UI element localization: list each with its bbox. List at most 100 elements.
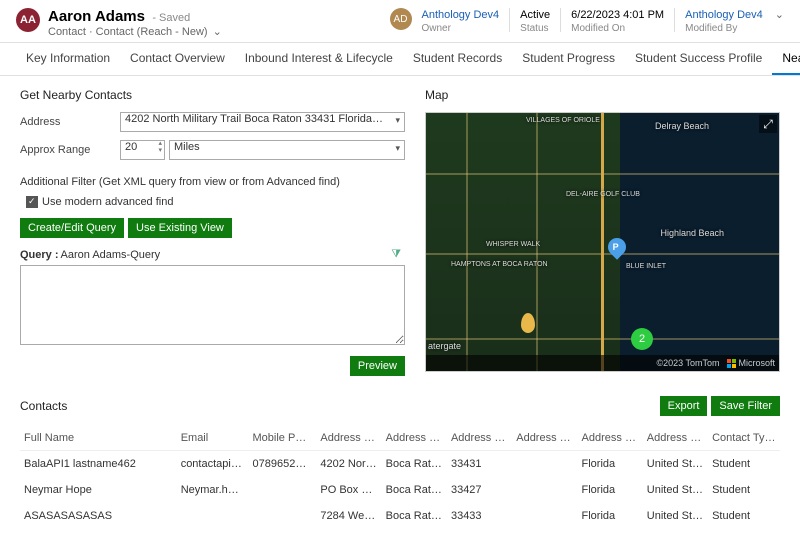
microsoft-logo: Microsoft bbox=[727, 358, 775, 368]
column-header[interactable]: Address 1: … bbox=[512, 426, 577, 451]
tab-contact-overview[interactable]: Contact Overview bbox=[120, 43, 235, 75]
column-header[interactable]: Address 1: … bbox=[316, 426, 381, 451]
query-prefix: Query : bbox=[20, 249, 59, 261]
preview-button[interactable]: Preview bbox=[350, 356, 405, 376]
map-pin-result[interactable] bbox=[521, 313, 535, 333]
map-label-delray: Delray Beach bbox=[655, 121, 709, 131]
range-unit-select[interactable]: Miles bbox=[169, 140, 405, 160]
table-cell: United Stat… bbox=[643, 477, 708, 503]
owner-label: Owner bbox=[422, 22, 500, 35]
column-header[interactable]: Mobile Ph… bbox=[249, 426, 317, 451]
record-subtitle[interactable]: Contact · Contact (Reach - New) ⌄ bbox=[48, 25, 390, 38]
map-expand-button[interactable]: ⤢ bbox=[759, 115, 777, 133]
table-cell: 33431 bbox=[447, 451, 512, 478]
modified-value: 6/22/2023 4:01 PM bbox=[571, 8, 664, 22]
map-copyright: ©2023 TomTom bbox=[656, 358, 719, 368]
filter-icon[interactable]: ⧩ bbox=[391, 248, 401, 261]
map-cluster[interactable]: 2 bbox=[631, 328, 653, 350]
table-cell: Student bbox=[708, 503, 780, 529]
tab-student-records[interactable]: Student Records bbox=[403, 43, 512, 75]
modified-by-label: Modified By bbox=[685, 22, 763, 35]
chevron-down-icon[interactable]: ⌄ bbox=[775, 8, 784, 21]
table-row[interactable]: ASASASASASAS7284 West …Boca Raton33433Fl… bbox=[20, 503, 780, 529]
table-cell: Student bbox=[708, 477, 780, 503]
address-select[interactable]: 4202 North Military Trail Boca Raton 334… bbox=[120, 112, 405, 132]
table-cell: 7284 West … bbox=[316, 503, 381, 529]
column-header[interactable]: Address 1: … bbox=[578, 426, 643, 451]
tab-student-progress[interactable]: Student Progress bbox=[512, 43, 625, 75]
column-header[interactable]: Address 1: … bbox=[643, 426, 708, 451]
map-label-oriole: VILLAGES OF ORIOLE bbox=[526, 117, 600, 124]
modified-by-link[interactable]: Anthology Dev4 bbox=[685, 8, 763, 22]
column-header[interactable]: Full Name bbox=[20, 426, 177, 451]
table-cell: 33427 bbox=[447, 477, 512, 503]
create-edit-query-button[interactable]: Create/Edit Query bbox=[20, 218, 124, 238]
microsoft-text: Microsoft bbox=[738, 358, 775, 368]
status-label: Status bbox=[520, 22, 550, 35]
header-meta: AD Anthology Dev4 Owner Active Status 6/… bbox=[390, 8, 785, 35]
map-label-hamptons: HAMPTONS AT BOCA RATON bbox=[451, 261, 548, 268]
table-cell: 078965218… bbox=[249, 451, 317, 478]
map-label-atergate: atergate bbox=[428, 341, 461, 351]
table-cell: Neymar Hope bbox=[20, 477, 177, 503]
table-cell: Neymar.ho… bbox=[177, 477, 249, 503]
map-label-delaire: DEL-AIRE GOLF CLUB bbox=[566, 191, 640, 198]
query-textarea[interactable] bbox=[20, 265, 405, 345]
table-cell: Boca Raton bbox=[382, 477, 447, 503]
tab-inbound-interest-lifecycle[interactable]: Inbound Interest & Lifecycle bbox=[235, 43, 403, 75]
section-title-contacts: Contacts bbox=[20, 399, 67, 413]
address-label: Address bbox=[20, 116, 120, 128]
table-cell bbox=[512, 503, 577, 529]
column-header[interactable]: Address 1: … bbox=[447, 426, 512, 451]
subtitle-text: Contact · Contact (Reach - New) bbox=[48, 26, 208, 38]
tab-nearby-contacts[interactable]: Nearby Contacts bbox=[772, 43, 800, 75]
section-title-map: Map bbox=[425, 88, 780, 102]
meta-divider bbox=[560, 8, 561, 32]
map-highway bbox=[601, 113, 604, 371]
table-cell bbox=[249, 503, 317, 529]
modern-find-checkbox[interactable] bbox=[26, 196, 38, 208]
chevron-down-icon: ⌄ bbox=[213, 26, 222, 38]
table-cell: contactapi… bbox=[177, 451, 249, 478]
map-label-whisper: WHISPER WALK bbox=[486, 241, 540, 248]
table-cell: Boca Raton bbox=[382, 451, 447, 478]
record-name: Aaron Adams bbox=[48, 8, 145, 25]
meta-divider bbox=[509, 8, 510, 32]
column-header[interactable]: Email bbox=[177, 426, 249, 451]
table-cell bbox=[512, 477, 577, 503]
table-row[interactable]: Neymar HopeNeymar.ho… PO Box 123Boca Rato… bbox=[20, 477, 780, 503]
meta-divider bbox=[674, 8, 675, 32]
export-button[interactable]: Export bbox=[660, 396, 708, 416]
title-block: Aaron Adams - Saved Contact · Contact (R… bbox=[48, 8, 390, 38]
table-cell: Florida bbox=[578, 451, 643, 478]
table-cell: United Stat… bbox=[643, 503, 708, 529]
tab-key-information[interactable]: Key Information bbox=[16, 43, 120, 75]
save-filter-button[interactable]: Save Filter bbox=[711, 396, 780, 416]
map-label-highland: Highland Beach bbox=[660, 228, 724, 238]
use-existing-view-button[interactable]: Use Existing View bbox=[128, 218, 232, 238]
form-tabs: Key InformationContact OverviewInbound I… bbox=[0, 43, 800, 76]
table-cell bbox=[177, 503, 249, 529]
range-value-input[interactable]: 20 bbox=[120, 140, 165, 160]
table-row[interactable]: BalaAPI1 lastname462contactapi…078965218… bbox=[20, 451, 780, 478]
table-cell: 33433 bbox=[447, 503, 512, 529]
column-header[interactable]: Contact Ty… bbox=[708, 426, 780, 451]
tab-student-success-profile[interactable]: Student Success Profile bbox=[625, 43, 772, 75]
saved-indicator: - Saved bbox=[152, 12, 190, 24]
table-cell: ASASASASASAS bbox=[20, 503, 177, 529]
map-attribution: ©2023 TomTom Microsoft bbox=[426, 355, 779, 371]
record-avatar: AA bbox=[16, 8, 40, 32]
map-viewport[interactable]: Delray Beach Highland Beach VILLAGES OF … bbox=[425, 112, 780, 372]
column-header[interactable]: Address 1: … bbox=[382, 426, 447, 451]
table-cell: BalaAPI1 lastname462 bbox=[20, 451, 177, 478]
owner-avatar: AD bbox=[390, 8, 412, 30]
map-road bbox=[466, 113, 468, 371]
owner-link[interactable]: Anthology Dev4 bbox=[422, 8, 500, 22]
query-name: Aaron Adams-Query bbox=[61, 249, 161, 261]
contacts-table: Full NameEmailMobile Ph…Address 1: …Addr… bbox=[20, 426, 780, 529]
table-cell: 4202 Nort… bbox=[316, 451, 381, 478]
modified-label: Modified On bbox=[571, 22, 664, 35]
table-cell: PO Box 123 bbox=[316, 477, 381, 503]
modern-find-label: Use modern advanced find bbox=[42, 196, 173, 208]
status-value: Active bbox=[520, 8, 550, 22]
